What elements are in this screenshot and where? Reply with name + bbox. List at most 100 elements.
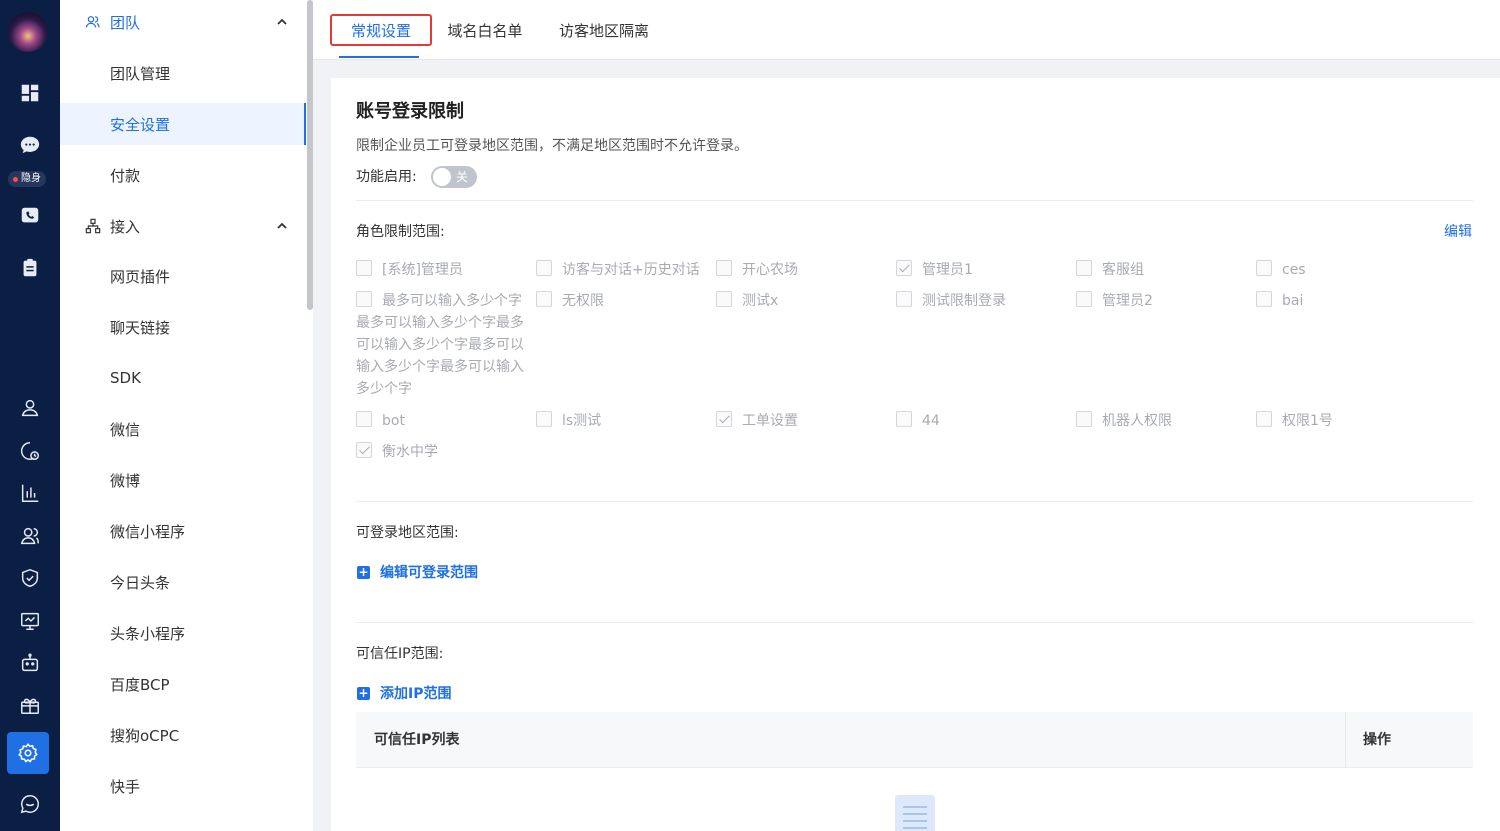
chevron-up-icon [277,222,287,229]
avatar[interactable] [8,12,48,52]
tab-general-settings[interactable]: 常规设置 [330,14,432,46]
sidebar-item-sogou-ocpc[interactable]: 搜狗oCPC [60,714,306,756]
checkbox-box[interactable] [356,442,372,458]
role-checkbox[interactable]: 无权限 [536,290,604,312]
enable-toggle[interactable]: 关 [431,166,477,188]
sidebar-item-wechat-miniprogram[interactable]: 微信小程序 [60,510,306,552]
role-checkbox[interactable]: 衡水中学 [356,441,438,463]
role-checkbox[interactable]: 管理员2 [1076,290,1153,312]
checkbox-box[interactable] [1256,411,1272,427]
tab-bar: 常规设置 域名白名单 访客地区隔离 [313,0,1500,60]
role-checkbox[interactable]: 测试限制登录 [896,290,1006,312]
gift-icon[interactable] [0,690,60,720]
checkbox-box[interactable] [1256,291,1272,307]
clipboard-icon[interactable] [0,253,60,283]
section-description: 限制企业员工可登录地区范围，不满足地区范围时不允许登录。 [356,138,748,154]
role-checkbox[interactable]: 最多可以输入多少个字 [356,290,522,312]
shield-icon[interactable] [0,563,60,593]
sidebar-item-kuaishou[interactable]: 快手 [60,765,306,807]
role-checkbox[interactable]: 工单设置 [716,410,798,432]
role-checkbox[interactable]: 客服组 [1076,259,1144,281]
checkbox-box[interactable] [356,411,372,427]
toggle-text: 关 [456,170,469,184]
team-group-icon [84,13,102,31]
role-checkbox[interactable]: bot [356,410,405,432]
role-label-overflow: 最多可以输入多少个字最多可以输入多少个字最多可以输入多少个字最多可以输入多少个字 [356,315,524,397]
column-header-ip-list: 可信任IP列表 [374,732,460,748]
role-checkbox[interactable]: 权限1号 [1256,410,1333,432]
tab-domain-whitelist[interactable]: 域名白名单 [441,14,529,46]
sidebar-item-team-management[interactable]: 团队管理 [60,52,306,94]
checkbox-box[interactable] [1256,260,1272,276]
tab-visitor-region-isolation[interactable]: 访客地区隔离 [553,14,655,46]
checkbox-box[interactable] [716,411,732,427]
chat-icon[interactable] [0,130,60,160]
role-checkbox[interactable]: bai [1256,290,1303,312]
enable-label: 功能启用: [356,169,417,185]
settings-icon[interactable] [7,732,49,774]
section-title: 账号登录限制 [356,101,464,122]
checkbox-box[interactable] [896,411,912,427]
role-checkbox[interactable]: 测试x [716,290,778,312]
checkbox-box[interactable] [536,260,552,276]
ip-label: 可信任IP范围: [356,646,444,662]
checkbox-box[interactable] [1076,260,1092,276]
checkbox-box[interactable] [716,291,732,307]
checkbox-box[interactable] [1076,411,1092,427]
role-checkbox[interactable]: 访客与对话+历史对话 [536,259,700,281]
history-chat-icon[interactable] [0,436,60,466]
team-icon[interactable] [0,521,60,551]
sidebar-item-toutiao-miniprogram[interactable]: 头条小程序 [60,612,306,654]
roles-label: 角色限制范围: [356,224,445,240]
checkbox-box[interactable] [356,291,372,307]
settings-sidebar: 团队 团队管理 安全设置 付款 接入 网页插件 聊天链接 SDK 微信 微博 微… [60,0,313,831]
monitor-icon[interactable] [0,606,60,636]
role-checkbox[interactable]: ls测试 [536,410,601,432]
role-checkbox[interactable]: 管理员1 [896,259,973,281]
divider [356,200,1473,201]
sidebar-group-team[interactable]: 团队 [60,0,306,44]
checkbox-box[interactable] [356,260,372,276]
chevron-up-icon [277,18,287,25]
icon-rail: 隐身 [0,0,60,831]
checkbox-box[interactable] [896,260,912,276]
divider [356,622,1473,623]
checkbox-box[interactable] [1076,291,1092,307]
checkbox-box[interactable] [536,291,552,307]
empty-state-icon [895,795,935,831]
sidebar-item-web-plugin[interactable]: 网页插件 [60,255,306,297]
status-badge[interactable]: 隐身 [8,171,46,187]
edit-region-link[interactable]: + 编辑可登录范围 [357,562,478,582]
checkbox-box[interactable] [536,411,552,427]
user-icon[interactable] [0,393,60,423]
feedback-icon[interactable] [0,789,60,819]
ip-table-header: 可信任IP列表 操作 [356,712,1473,768]
sidebar-group-access[interactable]: 接入 [60,204,306,248]
checkbox-box[interactable] [716,260,732,276]
robot-icon[interactable] [0,648,60,678]
dashboard-icon[interactable] [0,78,60,108]
sidebar-item-security[interactable]: 安全设置 [60,103,306,145]
sidebar-item-sdk[interactable]: SDK [60,357,306,399]
call-icon[interactable] [0,201,60,231]
checkbox-box[interactable] [896,291,912,307]
sidebar-item-weibo[interactable]: 微博 [60,459,306,501]
tab-active-indicator [339,56,419,58]
column-header-actions: 操作 [1363,732,1391,748]
sidebar-item-wechat[interactable]: 微信 [60,408,306,450]
role-checkbox[interactable]: [系统]管理员 [356,259,463,281]
role-checkbox[interactable]: 44 [896,410,940,432]
sidebar-item-payment[interactable]: 付款 [60,154,306,196]
sidebar-item-toutiao[interactable]: 今日头条 [60,561,306,603]
status-dot [13,176,18,182]
sidebar-item-baidu-bcp[interactable]: 百度BCP [60,663,306,705]
sidebar-item-chat-link[interactable]: 聊天链接 [60,306,306,348]
toggle-knob [433,168,451,186]
access-group-icon [84,217,102,235]
add-ip-link[interactable]: + 添加IP范围 [357,683,451,703]
bar-chart-icon[interactable] [0,478,60,508]
role-checkbox[interactable]: ces [1256,259,1306,281]
role-checkbox[interactable]: 机器人权限 [1076,410,1172,432]
edit-roles-link[interactable]: 编辑 [1444,221,1472,241]
role-checkbox[interactable]: 开心农场 [716,259,798,281]
